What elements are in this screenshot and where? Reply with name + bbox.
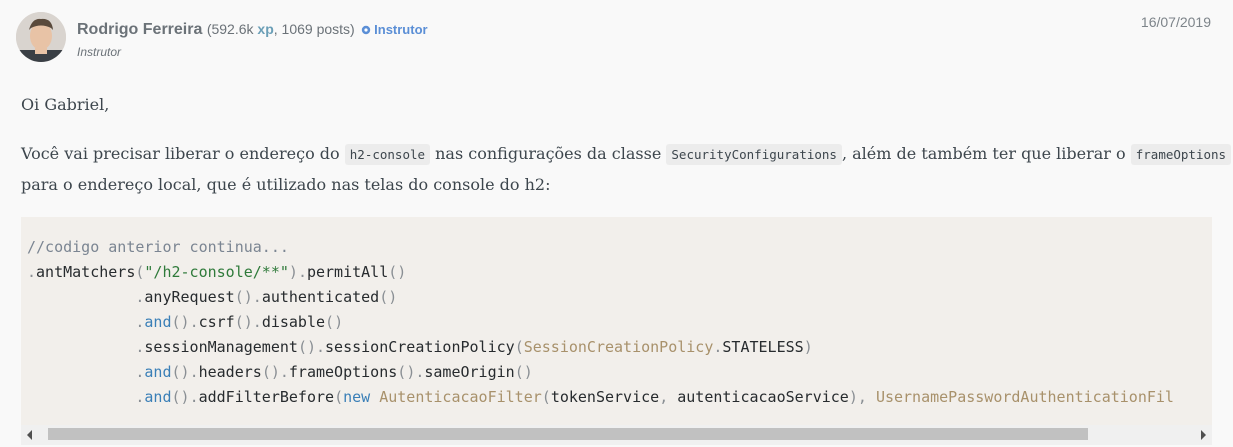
code-line: .antMatchers("/h2-console/**").permitAll… (27, 263, 407, 281)
body-line-2: para o endereço local, que é utilizado n… (21, 175, 551, 194)
code-line: .anyRequest().authenticated() (135, 288, 398, 306)
xp-label: xp (257, 21, 274, 37)
scroll-right-arrow-icon[interactable] (1201, 430, 1206, 440)
gear-badge-icon (361, 25, 371, 35)
avatar[interactable] (16, 12, 66, 62)
code-line: .and().csrf().disable() (135, 313, 344, 331)
author-line: Rodrigo Ferreira (592.6k xp, 1069 posts)… (77, 21, 428, 39)
body-text-2: nas configurações da classe (430, 144, 667, 163)
instructor-badge: Instrutor (361, 22, 428, 37)
body-text-3: , além de também ter que liberar o (841, 144, 1131, 163)
code-content: //codigo anterior continua... .antMatche… (21, 217, 1212, 410)
inline-code-h2-console: h2-console (344, 144, 431, 165)
author-stats: (592.6k xp, 1069 posts) (207, 21, 355, 37)
code-line: .sessionManagement().sessionCreationPoli… (135, 338, 813, 356)
horizontal-scrollbar[interactable] (21, 425, 1212, 445)
body-line-1: Você vai precisar liberar o endereço do … (21, 144, 1232, 165)
code-line: .and().headers().frameOptions().sameOrig… (135, 363, 533, 381)
inline-code-frame-options: frameOptions (1130, 144, 1232, 165)
code-viewport[interactable]: //codigo anterior continua... .antMatche… (21, 217, 1212, 423)
body-text-1: Você vai precisar liberar o endereço do (21, 144, 345, 163)
author-name[interactable]: Rodrigo Ferreira (77, 21, 202, 38)
code-line: .and().addFilterBefore(new AutenticacaoF… (135, 388, 1174, 406)
post-header: Rodrigo Ferreira (592.6k xp, 1069 posts)… (16, 12, 1216, 64)
stats-suffix: , 1069 posts) (273, 21, 355, 37)
stats-prefix: (592.6k (206, 21, 258, 37)
scroll-left-arrow-icon[interactable] (27, 430, 32, 440)
badge-label: Instrutor (374, 22, 428, 37)
scrollbar-thumb[interactable] (48, 428, 1088, 440)
inline-code-security-configurations: SecurityConfigurations (666, 144, 842, 165)
greeting: Oi Gabriel, (21, 95, 110, 114)
author-role: Instrutor (77, 45, 122, 59)
code-line: //codigo anterior continua... (27, 238, 289, 256)
code-block: //codigo anterior continua... .antMatche… (21, 217, 1212, 445)
post-date[interactable]: 16/07/2019 (1141, 14, 1211, 30)
